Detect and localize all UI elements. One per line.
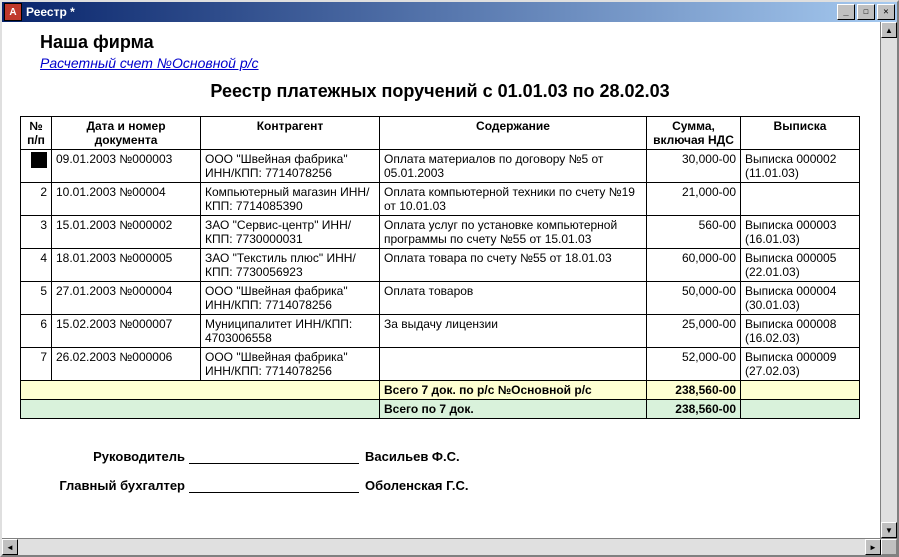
horizontal-scroll-track[interactable] [18, 539, 865, 555]
table-row: 210.01.2003 №00004Компьютерный магазин И… [21, 183, 860, 216]
scroll-right-button[interactable]: ► [865, 539, 881, 555]
cell-amount: 60,000-00 [647, 249, 741, 282]
subtotal-grand-row: Всего по 7 док. 238,560-00 [21, 400, 860, 419]
signature-head-label: Руководитель [30, 449, 189, 464]
col-counterparty: Контрагент [201, 117, 380, 150]
cell-statement: Выписка 000003 (16.01.03) [741, 216, 860, 249]
cell-description: За выдачу лицензии [380, 315, 647, 348]
close-button[interactable]: ✕ [877, 4, 895, 20]
cell-statement: Выписка 000005 (22.01.03) [741, 249, 860, 282]
cell-description [380, 348, 647, 381]
scrollbar-corner [881, 539, 897, 555]
cell-description: Оплата материалов по договору №5 от 05.0… [380, 150, 647, 183]
subtotal-grand-sum: 238,560-00 [647, 400, 741, 419]
cell-date: 15.01.2003 №000002 [52, 216, 201, 249]
cell-counterparty: ООО "Швейная фабрика" ИНН/КПП: 771407825… [201, 348, 380, 381]
titlebar: A Реестр * _ ☐ ✕ [2, 2, 897, 22]
cell-amount: 52,000-00 [647, 348, 741, 381]
subtotal-grand-label: Всего по 7 док. [380, 400, 647, 419]
cell-counterparty: ЗАО "Текстиль плюс" ИНН/КПП: 7730056923 [201, 249, 380, 282]
cell-date: 09.01.2003 №000003 [52, 150, 201, 183]
maximize-button[interactable]: ☐ [857, 4, 875, 20]
cell-number: 2 [21, 183, 52, 216]
cell-date: 26.02.2003 №000006 [52, 348, 201, 381]
cell-description: Оплата услуг по установке компьютерной п… [380, 216, 647, 249]
vertical-scroll-track[interactable] [881, 38, 897, 522]
cell-amount: 25,000-00 [647, 315, 741, 348]
cell-amount: 50,000-00 [647, 282, 741, 315]
signature-accountant-label: Главный бухгалтер [30, 478, 189, 493]
table-row: 315.01.2003 №000002ЗАО "Сервис-центр" ИН… [21, 216, 860, 249]
subtotal-account-sum: 238,560-00 [647, 381, 741, 400]
table-row: 615.02.2003 №000007Муниципалитет ИНН/КПП… [21, 315, 860, 348]
cell-amount: 30,000-00 [647, 150, 741, 183]
register-table: № п/п Дата и номер документа Контрагент … [20, 116, 860, 419]
vertical-scrollbar[interactable]: ▲ ▼ [880, 22, 897, 538]
cell-statement: Выписка 000004 (30.01.03) [741, 282, 860, 315]
account-link[interactable]: Расчетный счет №Основной р/с [40, 55, 860, 71]
cell-counterparty: ООО "Швейная фабрика" ИНН/КПП: 771407825… [201, 150, 380, 183]
cell-number: 4 [21, 249, 52, 282]
signature-accountant-line [189, 478, 359, 493]
report-title: Реестр платежных поручений с 01.01.03 по… [20, 81, 860, 102]
col-description: Содержание [380, 117, 647, 150]
cell-amount: 21,000-00 [647, 183, 741, 216]
cell-counterparty: ООО "Швейная фабрика" ИНН/КПП: 771407825… [201, 282, 380, 315]
scroll-down-button[interactable]: ▼ [881, 522, 897, 538]
subtotal-account-row: Всего 7 док. по р/с №Основной р/с 238,56… [21, 381, 860, 400]
cell-number: 3 [21, 216, 52, 249]
scroll-up-button[interactable]: ▲ [881, 22, 897, 38]
table-header-row: № п/п Дата и номер документа Контрагент … [21, 117, 860, 150]
cell-number: 7 [21, 348, 52, 381]
cell-amount: 560-00 [647, 216, 741, 249]
horizontal-scrollbar[interactable]: ◄ ► [2, 538, 897, 555]
signature-head-line [189, 449, 359, 464]
cell-statement: Выписка 000008 (16.02.03) [741, 315, 860, 348]
app-icon: A [4, 3, 22, 21]
cell-date: 15.02.2003 №000007 [52, 315, 201, 348]
cell-description: Оплата товара по счету №55 от 18.01.03 [380, 249, 647, 282]
cell-date: 10.01.2003 №00004 [52, 183, 201, 216]
scroll-left-button[interactable]: ◄ [2, 539, 18, 555]
current-row-marker-icon [31, 152, 47, 168]
table-row: 726.02.2003 №000006ООО "Швейная фабрика"… [21, 348, 860, 381]
subtotal-account-label: Всего 7 док. по р/с №Основной р/с [380, 381, 647, 400]
cell-counterparty: ЗАО "Сервис-центр" ИНН/КПП: 7730000031 [201, 216, 380, 249]
col-date: Дата и номер документа [52, 117, 201, 150]
report-page: Наша фирма Расчетный счет №Основной р/с … [2, 22, 880, 538]
cell-description: Оплата товаров [380, 282, 647, 315]
cell-date: 18.01.2003 №000005 [52, 249, 201, 282]
window-title: Реестр * [26, 5, 837, 19]
cell-number: 6 [21, 315, 52, 348]
col-number: № п/п [21, 117, 52, 150]
col-amount: Сумма, включая НДС [647, 117, 741, 150]
cell-number: 5 [21, 282, 52, 315]
signature-head: Руководитель Васильев Ф.С. [30, 449, 860, 464]
minimize-button[interactable]: _ [837, 4, 855, 20]
col-statement: Выписка [741, 117, 860, 150]
window-frame: A Реестр * _ ☐ ✕ Наша фирма Расчетный сч… [0, 0, 899, 557]
cell-counterparty: Муниципалитет ИНН/КПП: 4703006558 [201, 315, 380, 348]
cell-statement: Выписка 000002 (11.01.03) [741, 150, 860, 183]
table-row: 09.01.2003 №000003ООО "Швейная фабрика" … [21, 150, 860, 183]
client-area: Наша фирма Расчетный счет №Основной р/с … [2, 22, 897, 538]
firm-name: Наша фирма [40, 32, 860, 53]
signature-head-name: Васильев Ф.С. [365, 449, 460, 464]
cell-statement [741, 183, 860, 216]
cell-counterparty: Компьютерный магазин ИНН/КПП: 7714085390 [201, 183, 380, 216]
signature-accountant: Главный бухгалтер Оболенская Г.С. [30, 478, 860, 493]
table-row: 418.01.2003 №000005ЗАО "Текстиль плюс" И… [21, 249, 860, 282]
document-viewport: Наша фирма Расчетный счет №Основной р/с … [2, 22, 880, 538]
signatures-block: Руководитель Васильев Ф.С. Главный бухга… [30, 449, 860, 493]
table-row: 527.01.2003 №000004ООО "Швейная фабрика"… [21, 282, 860, 315]
cell-date: 27.01.2003 №000004 [52, 282, 201, 315]
cell-description: Оплата компьютерной техники по счету №19… [380, 183, 647, 216]
cell-statement: Выписка 000009 (27.02.03) [741, 348, 860, 381]
cell-number [21, 150, 52, 183]
signature-accountant-name: Оболенская Г.С. [365, 478, 468, 493]
